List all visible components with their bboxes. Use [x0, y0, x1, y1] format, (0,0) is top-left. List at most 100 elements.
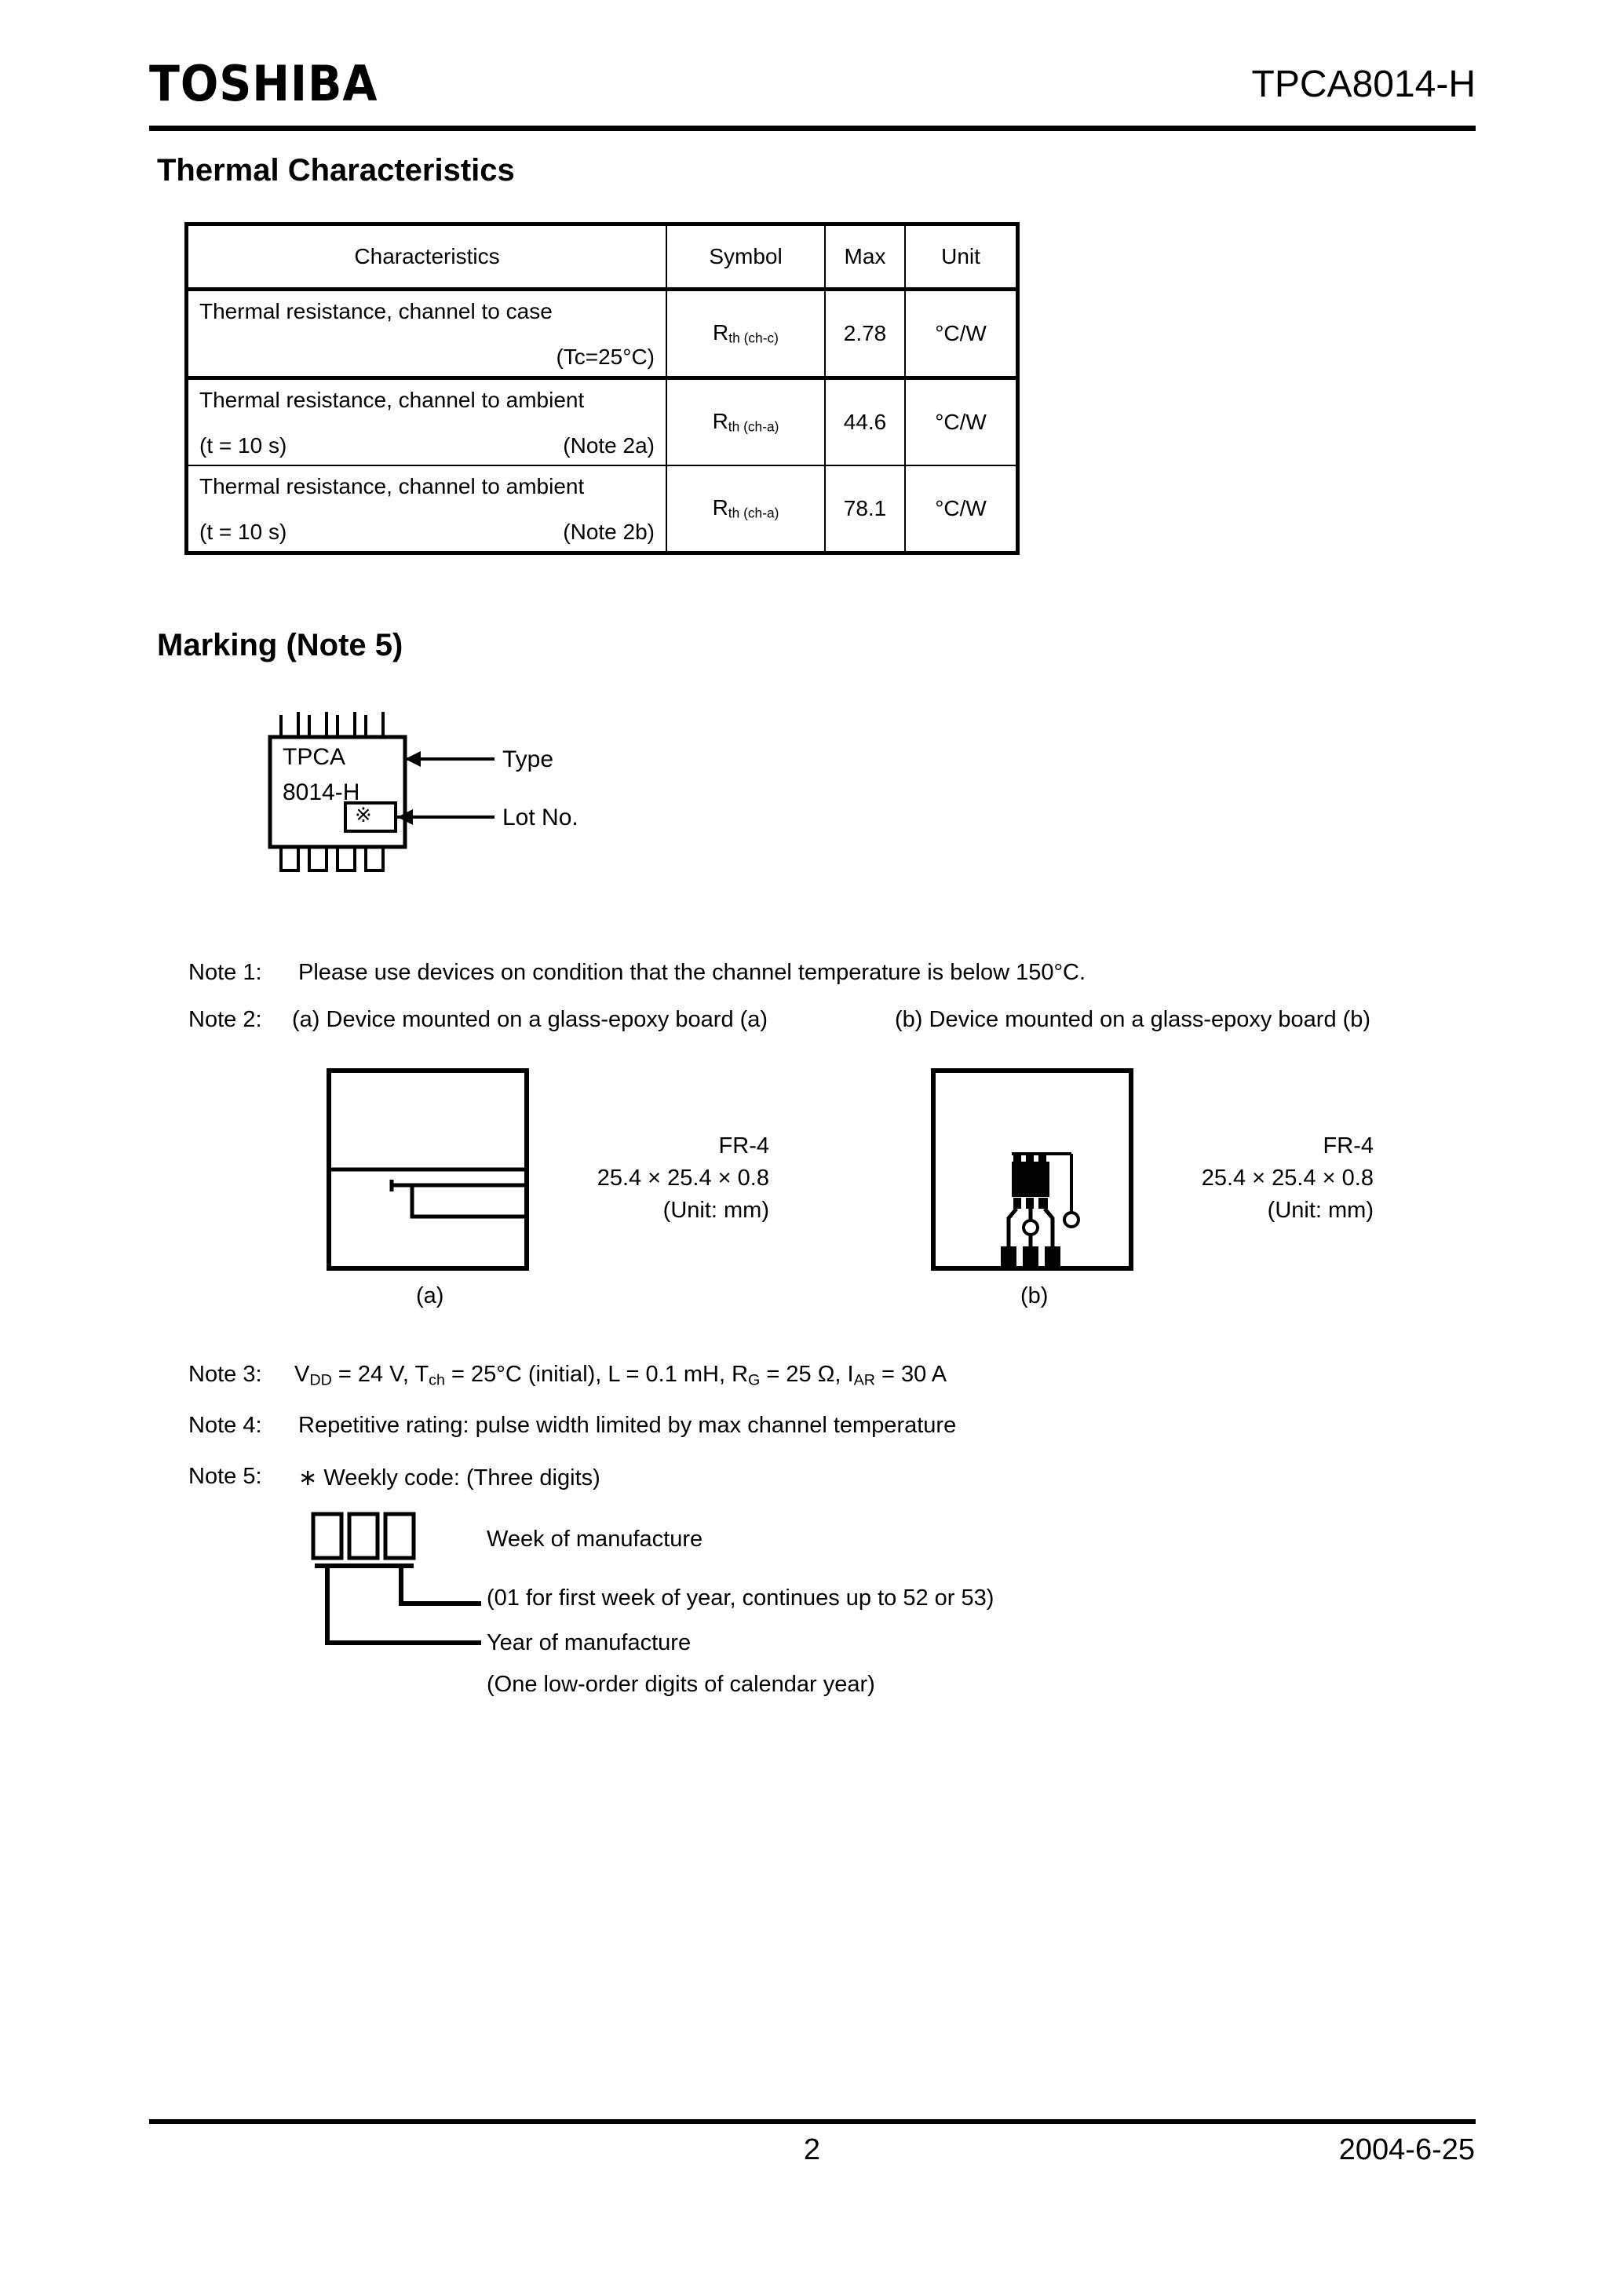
thermal-characteristics-table: Characteristics Symbol Max Unit Thermal … — [184, 222, 1020, 555]
board-b-land-pads — [1001, 1246, 1060, 1268]
note-1-label: Note 1: — [188, 960, 262, 985]
marking-title: Marking (Note 5) — [157, 628, 403, 662]
characteristic-condition: (t = 10 s) — [199, 433, 287, 458]
lot-callout-label: Lot No. — [502, 805, 578, 830]
iar-symbol: I — [847, 1362, 854, 1387]
board-b-via-right — [1063, 1211, 1080, 1228]
package-pins-top — [279, 712, 385, 739]
note-5-text: ∗ Weekly code: (Three digits) — [298, 1465, 600, 1490]
table-row: Thermal resistance, channel to ambient (… — [184, 377, 1020, 466]
cell-max: 2.78 — [824, 288, 906, 380]
week-code-diagram: Week of manufacture (01 for first week o… — [310, 1511, 1173, 1697]
board-a-spec: FR-4 25.4 × 25.4 × 0.8 (Unit: mm) — [542, 1130, 769, 1228]
board-b-device-body — [1012, 1162, 1049, 1197]
board-b-dimensions: 25.4 × 25.4 × 0.8 — [1201, 1166, 1374, 1191]
symbol-subscript: th (ch-a) — [728, 418, 779, 435]
board-b-spec: FR-4 25.4 × 25.4 × 0.8 (Unit: mm) — [1146, 1130, 1374, 1228]
table-row: Thermal resistance, channel to case (Tc=… — [184, 288, 1020, 380]
column-header-unit: Unit — [904, 222, 1020, 291]
package-marking-diagram: TPCA 8014-H ※ Type Lot No. — [267, 710, 863, 891]
rg-subscript: G — [748, 1371, 761, 1389]
part-number: TPCA8014-H — [1251, 64, 1476, 105]
lot-number-symbol: ※ — [355, 803, 372, 826]
datasheet-page: TOSHIBA TPCA8014-H Thermal Characteristi… — [0, 0, 1624, 2295]
symbol-subscript: th (ch-a) — [728, 505, 779, 521]
note-5-label: Note 5: — [188, 1464, 262, 1489]
cell-symbol: Rth (ch-c) — [666, 288, 826, 380]
rg-value: = 25 Ω, — [760, 1362, 848, 1387]
cell-unit: °C/W — [904, 288, 1020, 380]
footer-divider — [149, 2119, 1476, 2124]
board-a-caption: (a) — [416, 1283, 444, 1308]
column-header-characteristics: Characteristics — [184, 222, 667, 291]
cell-unit: °C/W — [904, 377, 1020, 466]
table-row: Thermal resistance, channel to ambient (… — [184, 465, 1020, 555]
column-header-symbol: Symbol — [666, 222, 826, 291]
note-4-text: Repetitive rating: pulse width limited b… — [298, 1413, 957, 1438]
year-of-manufacture-line-1: Year of manufacture — [487, 1630, 692, 1655]
iar-value: = 30 A — [874, 1362, 947, 1387]
board-b-svg — [931, 1068, 1133, 1271]
lot-callout-arrow — [397, 809, 494, 825]
thermal-characteristics-title: Thermal Characteristics — [157, 153, 515, 188]
note-3-text: VDD = 24 V, Tch = 25°C (initial), L = 0.… — [294, 1362, 947, 1389]
board-b-unit: (Unit: mm) — [1267, 1198, 1374, 1224]
note-4-label: Note 4: — [188, 1413, 262, 1438]
characteristic-note-ref: (Note 2a) — [563, 433, 655, 458]
characteristic-note-ref: (Note 2b) — [563, 520, 655, 544]
symbol-main: R — [712, 495, 728, 520]
note-3-label: Note 3: — [188, 1362, 262, 1387]
cell-max: 78.1 — [824, 465, 906, 555]
table-header-row: Characteristics Symbol Max Unit — [184, 222, 1020, 291]
tch-value: = 25°C (initial), L = 0.1 mH, — [444, 1362, 732, 1387]
rg-symbol: R — [732, 1362, 749, 1387]
document-date: 2004-6-25 — [1338, 2133, 1475, 2166]
cell-characteristic: Thermal resistance, channel to ambient (… — [184, 377, 667, 466]
year-of-manufacture-line-2: (One low-order digits of calendar year) — [487, 1672, 875, 1697]
board-b-pads-bottom — [1013, 1198, 1048, 1209]
characteristic-line-1: Thermal resistance, channel to ambient — [199, 388, 585, 412]
characteristic-line-1: Thermal resistance, channel to case — [199, 299, 553, 323]
package-marking-line-1: TPCA — [283, 744, 346, 770]
symbol-main: R — [713, 320, 729, 345]
cell-characteristic: Thermal resistance, channel to ambient (… — [184, 465, 667, 555]
tch-subscript: ch — [429, 1371, 445, 1389]
week-code-digit-boxes — [311, 1512, 416, 1560]
package-marking-line-2: 8014-H — [283, 779, 360, 805]
cell-max: 44.6 — [824, 377, 906, 466]
board-b-via-center — [1022, 1219, 1039, 1236]
symbol-main: R — [712, 409, 728, 434]
characteristic-condition: (t = 10 s) — [199, 520, 287, 544]
board-a-unit: (Unit: mm) — [662, 1198, 769, 1224]
vdd-value: = 24 V, — [331, 1362, 415, 1387]
iar-subscript: AR — [853, 1371, 875, 1389]
column-header-max: Max — [824, 222, 906, 291]
week-code-leader-lines — [315, 1563, 481, 1645]
page-header: TOSHIBA TPCA8014-H — [149, 55, 1476, 126]
board-figure-a — [326, 1067, 538, 1275]
package-pins-bottom — [279, 845, 385, 872]
symbol-subscript: th (ch-c) — [728, 330, 779, 346]
cell-characteristic: Thermal resistance, channel to case (Tc=… — [184, 288, 667, 380]
board-a-dimensions: 25.4 × 25.4 × 0.8 — [597, 1166, 769, 1191]
header-divider — [149, 126, 1476, 131]
type-callout-label: Type — [502, 746, 554, 772]
note-2a-text: (a) Device mounted on a glass-epoxy boar… — [292, 1007, 768, 1032]
tch-symbol: T — [414, 1362, 429, 1387]
toshiba-logo: TOSHIBA — [149, 55, 378, 112]
cell-unit: °C/W — [904, 465, 1020, 555]
board-a-material: FR-4 — [718, 1133, 769, 1158]
note-2-label: Note 2: — [188, 1007, 262, 1032]
cell-symbol: Rth (ch-a) — [666, 377, 826, 466]
vdd-symbol: V — [294, 1362, 310, 1387]
characteristic-line-1: Thermal resistance, channel to ambient — [199, 474, 585, 498]
board-b-material: FR-4 — [1323, 1133, 1374, 1158]
week-of-manufacture-line-2: (01 for first week of year, continues up… — [487, 1585, 994, 1611]
board-figure-b — [930, 1067, 1142, 1275]
vdd-subscript: DD — [309, 1371, 332, 1389]
board-a-svg — [327, 1068, 529, 1271]
cell-symbol: Rth (ch-a) — [666, 465, 826, 555]
type-callout-arrow — [405, 751, 494, 767]
week-of-manufacture-line-1: Week of manufacture — [487, 1527, 703, 1552]
note-2b-text: (b) Device mounted on a glass-epoxy boar… — [895, 1007, 1371, 1032]
